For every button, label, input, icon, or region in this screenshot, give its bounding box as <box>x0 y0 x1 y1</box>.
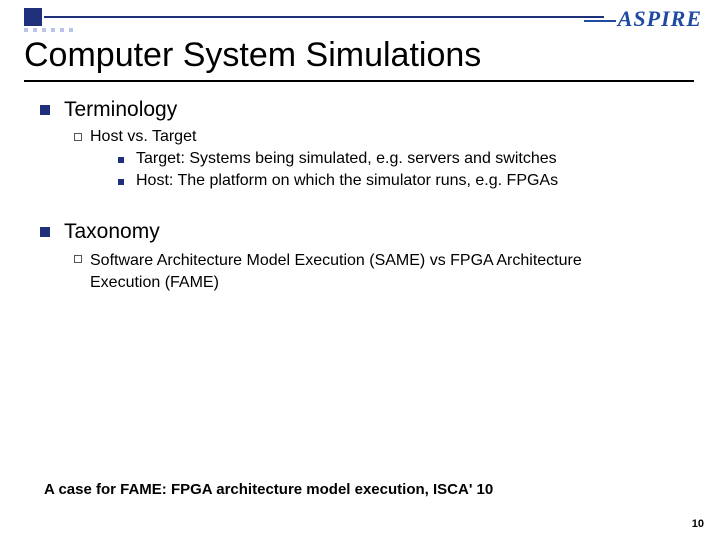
header-decoration <box>24 8 604 26</box>
square-bullet-icon <box>40 105 50 115</box>
footnote-citation: A case for FAME: FPGA architecture model… <box>44 481 493 498</box>
heading-text: Taxonomy <box>64 220 160 244</box>
item-text: Target: Systems being simulated, e.g. se… <box>136 150 557 168</box>
deco-dots <box>24 28 73 32</box>
aspire-logo: ASPIRE <box>584 6 702 32</box>
item-target: Target: Systems being simulated, e.g. se… <box>118 150 690 168</box>
item-text: Host: The platform on which the simulato… <box>136 172 558 190</box>
page-number: 10 <box>692 518 704 530</box>
deco-line <box>44 16 604 18</box>
square-bullet-icon <box>40 227 50 237</box>
bullet-terminology: Terminology <box>40 98 690 122</box>
slide-content: Terminology Host vs. Target Target: Syst… <box>40 98 690 293</box>
deco-square-icon <box>24 8 42 26</box>
subbullet-host-target: Host vs. Target <box>74 128 690 146</box>
sub-label: Software Architecture Model Execution (S… <box>90 250 650 293</box>
bullet-taxonomy: Taxonomy <box>40 220 690 244</box>
sub-label: Host vs. Target <box>90 128 196 146</box>
small-square-bullet-icon <box>118 157 124 163</box>
item-host: Host: The platform on which the simulato… <box>118 172 690 190</box>
subbullet-same-fame: Software Architecture Model Execution (S… <box>74 250 690 293</box>
small-square-bullet-icon <box>118 179 124 185</box>
heading-text: Terminology <box>64 98 177 122</box>
hollow-bullet-icon <box>74 133 82 141</box>
hollow-bullet-icon <box>74 255 82 263</box>
title-underline <box>24 80 694 82</box>
slide-title: Computer System Simulations <box>24 36 481 75</box>
